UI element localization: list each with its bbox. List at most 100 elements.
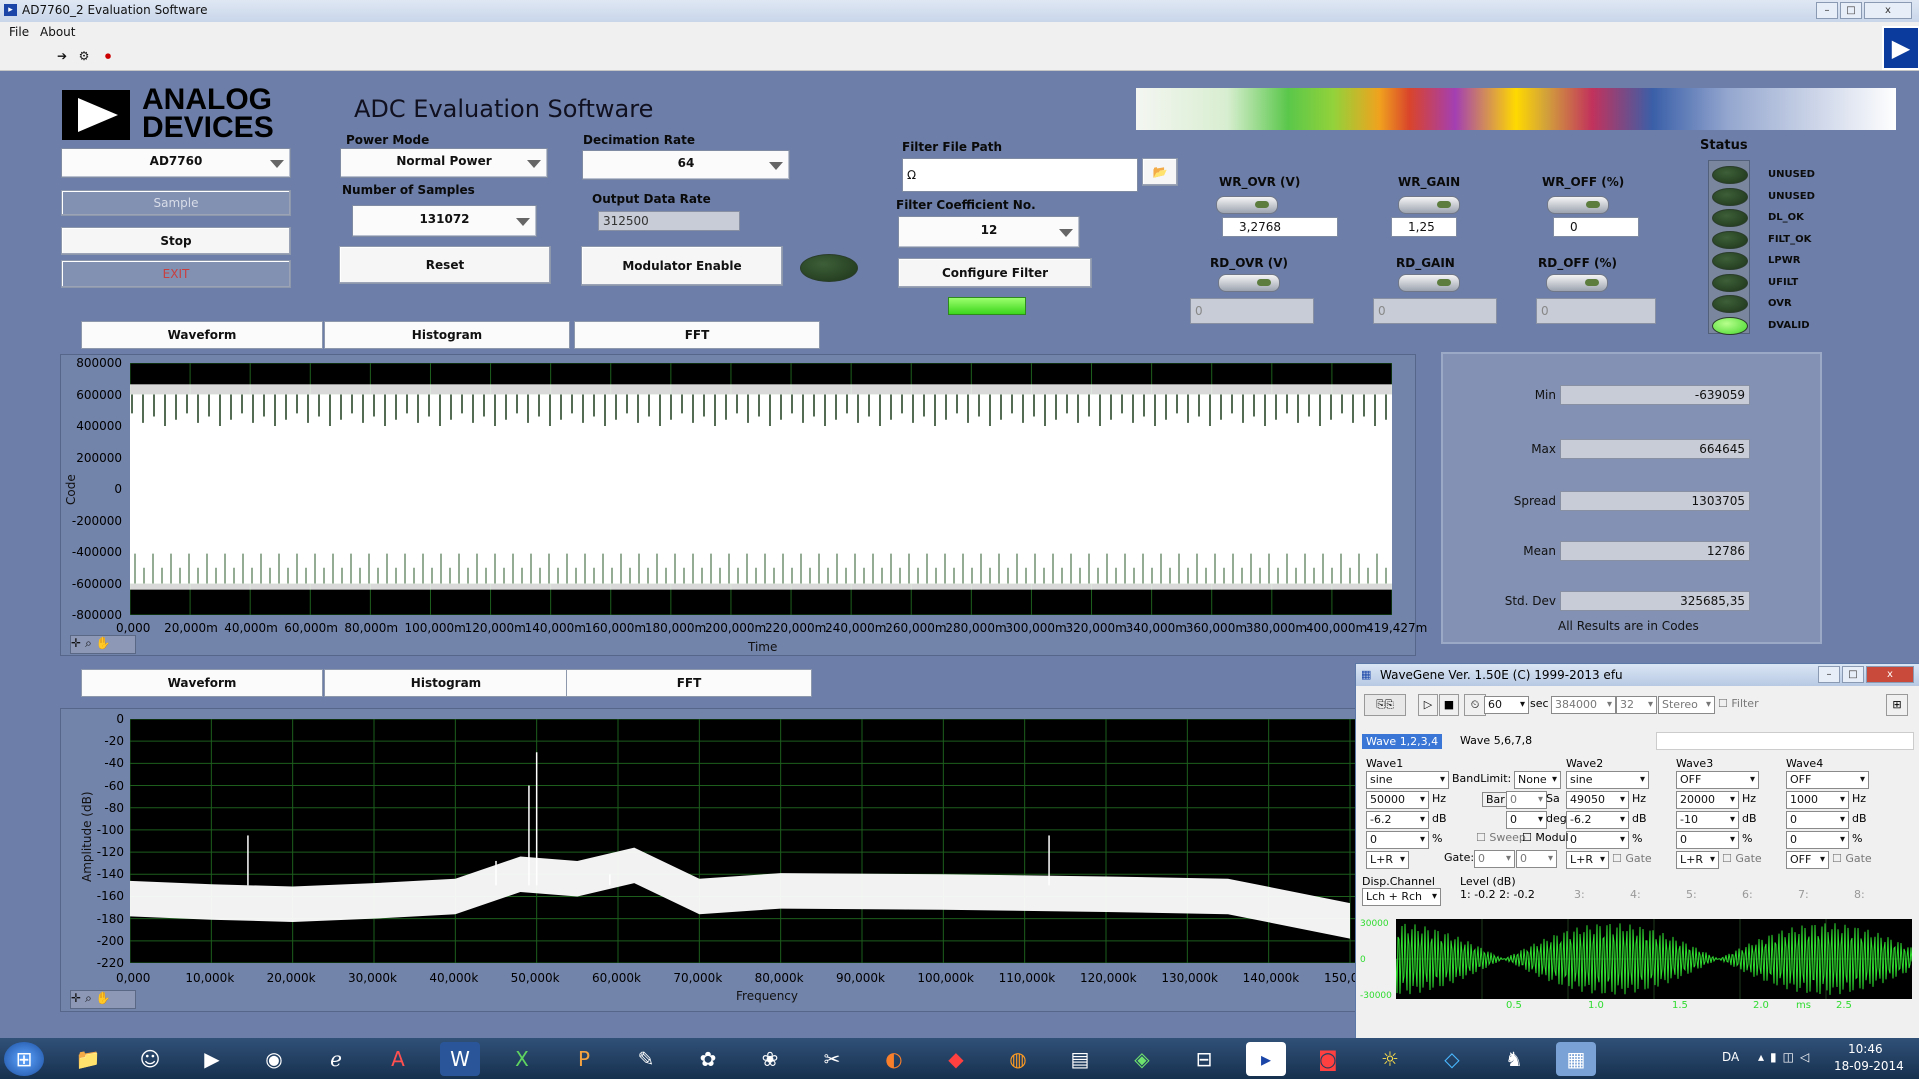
wg-rate-select[interactable]: 384000 (1551, 696, 1616, 714)
wg-freq-input-1[interactable]: 50000 (1366, 791, 1429, 809)
pcb-tool-icon[interactable]: ◈ (1122, 1042, 1162, 1076)
wr-ovr-switch[interactable] (1216, 196, 1278, 214)
wg-deg-select[interactable]: 0 (1506, 811, 1547, 829)
wg-stop-button[interactable]: ■ (1439, 694, 1459, 716)
plot2-tools[interactable]: ✛⌕✋ (70, 990, 136, 1009)
tab-fft-lower[interactable]: FFT (566, 669, 812, 697)
filter-coef-select[interactable]: 12 (898, 216, 1080, 248)
wg-phase-input-3[interactable]: 0 (1676, 831, 1739, 849)
run-arrow-icon[interactable]: ▶ (1882, 26, 1919, 70)
clock-time[interactable]: 10:46 (1848, 1042, 1883, 1056)
wg-close-button[interactable]: x (1866, 666, 1914, 683)
tab-histogram-upper[interactable]: Histogram (324, 321, 570, 349)
folder-browse-button[interactable]: 📂 (1142, 158, 1178, 186)
zoom-icon[interactable]: ⌕ (85, 636, 96, 650)
wg-timer-button[interactable]: ⏲ (1464, 694, 1486, 716)
sourcetree-icon[interactable]: ◇ (1432, 1042, 1472, 1076)
ladder-icon[interactable]: ✂ (812, 1042, 852, 1076)
windows-tool-icon[interactable]: ⊟ (1184, 1042, 1224, 1076)
wg-gate-checkbox-4[interactable]: ☐ Gate (1832, 852, 1872, 865)
wg-modul-checkbox[interactable]: ☐ Modul (1522, 831, 1569, 844)
modulator-enable-button[interactable]: Modulator Enable (581, 246, 783, 286)
wg-disp-select[interactable]: Lch + Rch (1362, 888, 1441, 906)
tab-waveform-upper[interactable]: Waveform (81, 321, 323, 349)
bulb-icon[interactable]: ☼ (1370, 1042, 1410, 1076)
start-button[interactable]: ⊞ (4, 1042, 44, 1076)
tab-histogram-lower[interactable]: Histogram (324, 669, 568, 697)
reset-button[interactable]: Reset (339, 246, 551, 284)
plot1-tools[interactable]: ✛⌕✋ (70, 635, 136, 654)
crosshair-icon[interactable]: ✛ (71, 991, 85, 1005)
media-player-icon[interactable]: ▶ (192, 1042, 232, 1076)
paint-icon[interactable]: ✿ (688, 1042, 728, 1076)
pan-hand-icon[interactable]: ✋ (96, 636, 115, 650)
wg-bandlimit-select[interactable]: None (1514, 771, 1561, 789)
wg-sa-select[interactable]: 0 (1506, 791, 1547, 809)
wr-gain-switch[interactable] (1398, 196, 1460, 214)
language-indicator[interactable]: DA (1722, 1050, 1739, 1064)
wg-level-input-1[interactable]: -6.2 (1366, 811, 1429, 829)
wg-freq-input-4[interactable]: 1000 (1786, 791, 1849, 809)
wavegene-task-icon[interactable]: ▦ (1556, 1042, 1596, 1076)
acrobat-icon[interactable]: A (378, 1042, 418, 1076)
calculator-icon[interactable]: ▤ (1060, 1042, 1100, 1076)
wg-mode-select[interactable]: Stereo (1658, 696, 1715, 714)
wg-channel-select-2[interactable]: L+R (1566, 851, 1609, 869)
wg-level-input-2[interactable]: -6.2 (1566, 811, 1629, 829)
wg-type-select-2[interactable]: sine (1566, 771, 1649, 789)
rd-off-switch[interactable] (1546, 274, 1608, 292)
notepad-icon[interactable]: ✎ (626, 1042, 666, 1076)
wg-level-input-3[interactable]: -10 (1676, 811, 1739, 829)
exit-button[interactable]: EXIT (61, 260, 291, 288)
wg-gate-checkbox-2[interactable]: ☐ Gate (1612, 852, 1652, 865)
altium-icon[interactable]: ◆ (936, 1042, 976, 1076)
menu-file[interactable]: File (9, 25, 29, 39)
configure-filter-button[interactable]: Configure Filter (898, 258, 1092, 288)
wr-off-switch[interactable] (1547, 196, 1609, 214)
wg-bits-select[interactable]: 32 (1616, 696, 1657, 714)
excel-icon[interactable]: X (502, 1042, 542, 1076)
wr-ovr-input[interactable]: 3,2768 (1222, 217, 1338, 237)
decimation-select[interactable]: 64 (582, 150, 790, 180)
maximize-button[interactable]: □ (1840, 2, 1862, 19)
wg-phase-input-4[interactable]: 0 (1786, 831, 1849, 849)
photos-icon[interactable]: ❀ (750, 1042, 790, 1076)
rd-ovr-switch[interactable] (1218, 274, 1280, 292)
filter-path-input[interactable]: Ω (902, 158, 1138, 192)
wg-freq-input-3[interactable]: 20000 (1676, 791, 1739, 809)
wr-off-input[interactable]: 0 (1553, 217, 1639, 237)
messenger-icon[interactable]: ☺ (130, 1042, 170, 1076)
tab-fft-upper[interactable]: FFT (574, 321, 820, 349)
wg-filter-checkbox[interactable]: ☐ Filter (1718, 697, 1759, 710)
close-button[interactable]: x (1864, 2, 1912, 19)
wg-open-button[interactable]: ⎘⎘ (1364, 694, 1406, 716)
wg-channel-select-4[interactable]: OFF (1786, 851, 1829, 869)
wg-type-select-3[interactable]: OFF (1676, 771, 1759, 789)
tab-waveform-lower[interactable]: Waveform (81, 669, 323, 697)
blender-icon[interactable]: ◐ (874, 1042, 914, 1076)
run-continuous-icon[interactable]: ⚙ (76, 48, 92, 64)
clock-date[interactable]: 18-09-2014 (1834, 1059, 1904, 1073)
wg-freq-input-2[interactable]: 49050 (1566, 791, 1629, 809)
menu-about[interactable]: About (40, 25, 75, 39)
wg-settings-button[interactable]: ⊞ (1886, 694, 1908, 716)
wg-level-input-4[interactable]: 0 (1786, 811, 1849, 829)
wg-phase-input-1[interactable]: 0 (1366, 831, 1429, 849)
fox-icon[interactable]: ♞ (1494, 1042, 1534, 1076)
wg-type-select-1[interactable]: sine (1366, 771, 1449, 789)
chrome-icon[interactable]: ◉ (254, 1042, 294, 1076)
wg-maximize-button[interactable]: □ (1842, 666, 1864, 683)
zoom-icon[interactable]: ⌕ (85, 991, 96, 1005)
wg-gate-to[interactable]: 0 (1516, 850, 1557, 868)
wg-channel-select-1[interactable]: L+R (1366, 851, 1409, 869)
wg-type-select-4[interactable]: OFF (1786, 771, 1869, 789)
camera-icon[interactable]: ◙ (1308, 1042, 1348, 1076)
sample-button[interactable]: Sample (61, 190, 291, 216)
abort-icon[interactable]: ⏺ (100, 48, 116, 64)
run-icon[interactable]: ➔ (54, 48, 70, 64)
wr-gain-input[interactable]: 1,25 (1391, 217, 1457, 237)
num-samples-select[interactable]: 131072 (352, 205, 537, 237)
word-icon[interactable]: W (440, 1042, 480, 1076)
pan-hand-icon[interactable]: ✋ (96, 991, 115, 1005)
wg-channel-select-3[interactable]: L+R (1676, 851, 1719, 869)
